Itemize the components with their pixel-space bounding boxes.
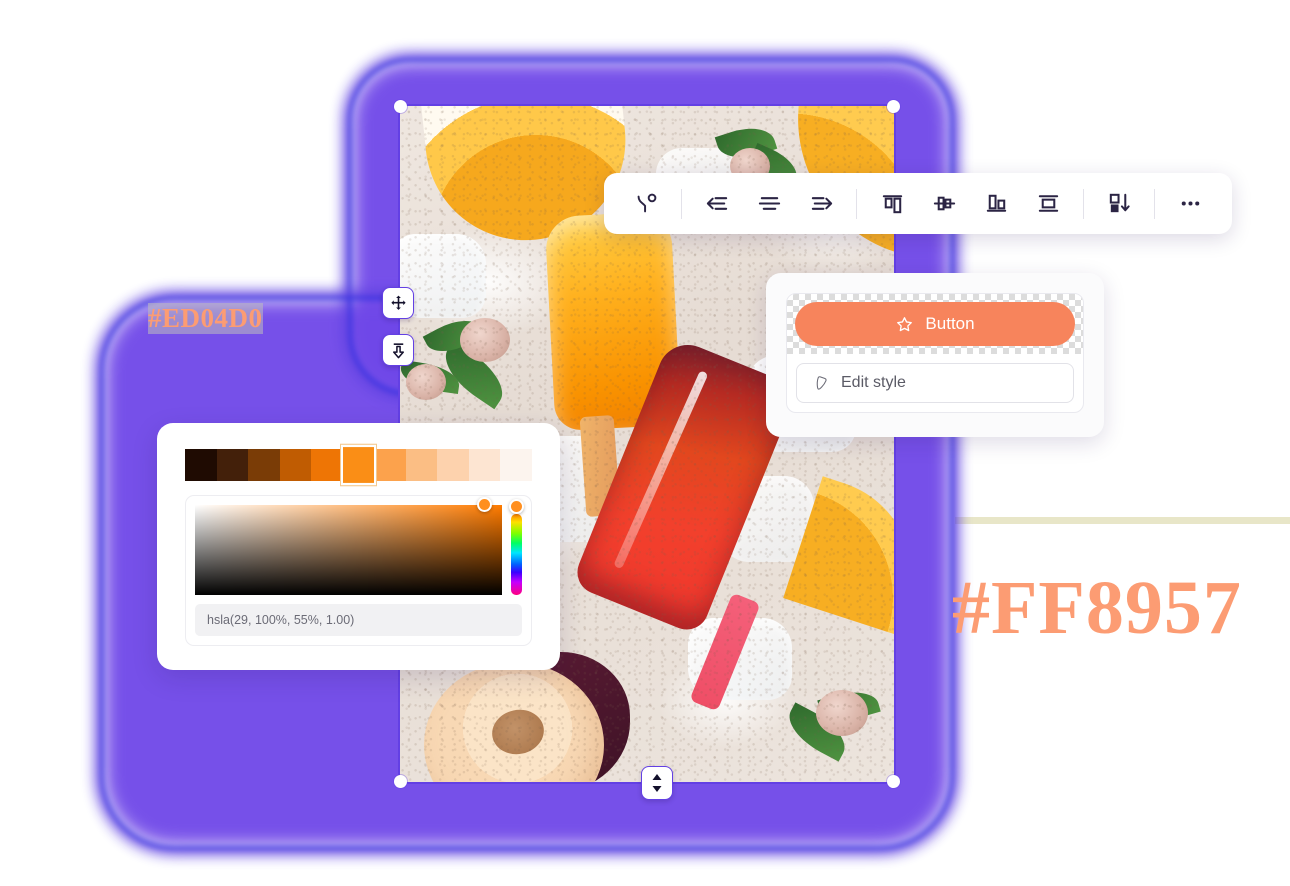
ice-cube xyxy=(688,618,792,700)
saturation-value-thumb[interactable] xyxy=(477,497,492,512)
leaf xyxy=(434,340,514,410)
align-left-icon[interactable] xyxy=(692,182,742,226)
resize-vertical-handle-icon xyxy=(652,774,662,792)
blossom xyxy=(816,690,868,736)
align-down-handle-icon xyxy=(392,342,404,358)
selection-handle-bottom-left[interactable] xyxy=(394,775,407,788)
color-swatch[interactable] xyxy=(500,449,533,481)
send-backward-icon[interactable] xyxy=(1094,182,1144,226)
align-center-v-icon[interactable] xyxy=(919,182,969,226)
ice-cube xyxy=(718,476,814,562)
color-swatch[interactable] xyxy=(437,449,469,481)
hue-slider-track xyxy=(511,514,522,595)
saturation-value-area[interactable] xyxy=(195,497,502,595)
align-down-handle[interactable] xyxy=(382,334,414,366)
hsla-value-field[interactable]: hsla(29, 100%, 55%, 1.00) xyxy=(195,604,522,636)
peach-pit xyxy=(487,705,549,759)
preview-button-label: Button xyxy=(925,314,975,333)
color-swatch[interactable] xyxy=(405,449,438,481)
button-style-inner: Button Edit style xyxy=(786,293,1084,413)
popsicle-stick xyxy=(689,592,761,712)
more-options-icon[interactable] xyxy=(1165,182,1215,226)
toolbar-separator xyxy=(681,188,682,219)
floating-toolbar[interactable] xyxy=(604,173,1232,234)
blossom xyxy=(460,318,510,362)
canvas-stage: Button Edit style hsla(29, 100%, 55%, 1.… xyxy=(0,0,1290,886)
blossom xyxy=(406,364,446,400)
color-picker-card: hsla(29, 100%, 55%, 1.00) xyxy=(185,495,532,646)
orange-slice xyxy=(420,106,636,251)
selection-handle-top-left[interactable] xyxy=(394,100,407,113)
hex-label-right: #FF8957 xyxy=(952,566,1242,650)
selection-handle-bottom-right[interactable] xyxy=(887,775,900,788)
color-swatch[interactable] xyxy=(185,449,217,481)
hsla-value-text: hsla(29, 100%, 55%, 1.00) xyxy=(207,613,355,627)
pen-icon xyxy=(816,375,827,390)
popsicle-highlight xyxy=(612,370,709,571)
edit-style-row[interactable]: Edit style xyxy=(796,363,1074,403)
transparency-checker: Button xyxy=(787,294,1083,354)
color-swatch[interactable] xyxy=(279,449,312,481)
leaf xyxy=(817,684,881,728)
peach-half xyxy=(424,662,604,782)
star-icon xyxy=(897,316,913,331)
align-right-icon[interactable] xyxy=(796,182,846,226)
leaf xyxy=(714,120,778,166)
orange-slice xyxy=(783,476,894,636)
move-handle[interactable] xyxy=(382,287,414,319)
color-swatch[interactable] xyxy=(248,449,280,481)
toolbar-separator xyxy=(1154,188,1155,219)
hue-slider-thumb[interactable] xyxy=(509,499,524,514)
button-style-panel: Button Edit style xyxy=(766,273,1104,437)
align-top-icon[interactable] xyxy=(867,182,917,226)
hue-slider[interactable] xyxy=(509,499,524,595)
color-swatch-row[interactable] xyxy=(185,447,533,483)
saturation-value-row xyxy=(195,497,524,595)
ice-cube xyxy=(520,666,600,732)
rotate-angle-icon[interactable] xyxy=(621,182,671,226)
color-swatch[interactable] xyxy=(468,449,501,481)
popsicle-red xyxy=(570,335,800,637)
distribute-icon[interactable] xyxy=(1023,182,1073,226)
popsicle-orange xyxy=(544,210,682,432)
leaf xyxy=(780,702,854,762)
color-swatch[interactable] xyxy=(374,449,406,481)
selection-handle-top-right[interactable] xyxy=(887,100,900,113)
popsicle-stick xyxy=(579,414,621,518)
resize-vertical-handle[interactable] xyxy=(641,766,673,800)
align-bottom-icon[interactable] xyxy=(971,182,1021,226)
hex-label-left: #ED04D0 xyxy=(148,303,263,334)
toolbar-separator xyxy=(856,188,857,219)
color-picker-panel: hsla(29, 100%, 55%, 1.00) xyxy=(157,423,560,670)
leaf xyxy=(422,310,486,362)
align-center-h-icon[interactable] xyxy=(744,182,794,226)
color-swatch[interactable] xyxy=(216,449,249,481)
toolbar-separator xyxy=(1083,188,1084,219)
color-swatch[interactable] xyxy=(311,449,343,481)
decorative-rule xyxy=(955,517,1290,524)
edit-style-label: Edit style xyxy=(841,374,906,391)
color-swatch[interactable] xyxy=(342,447,375,483)
plum xyxy=(480,652,630,782)
preview-button[interactable]: Button xyxy=(795,302,1075,346)
move-handle-icon xyxy=(390,295,406,310)
